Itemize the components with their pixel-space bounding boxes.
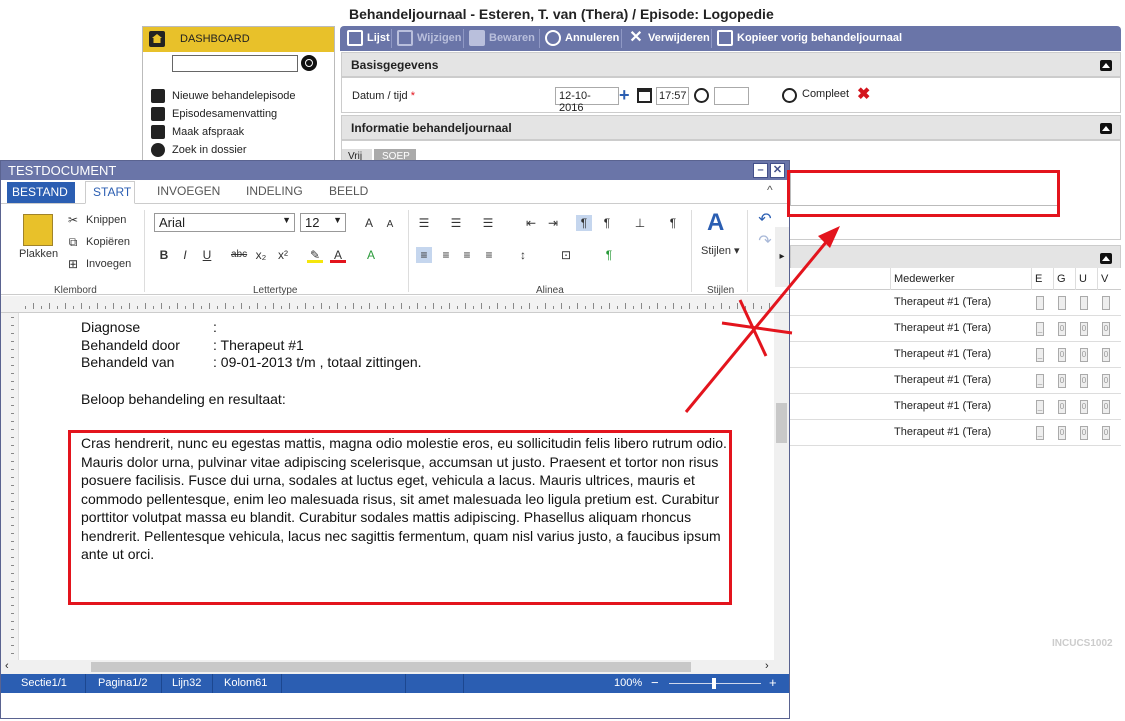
arrow-head bbox=[818, 226, 840, 248]
annotation-arrow bbox=[684, 226, 840, 413]
arrow-shaft bbox=[684, 234, 834, 413]
